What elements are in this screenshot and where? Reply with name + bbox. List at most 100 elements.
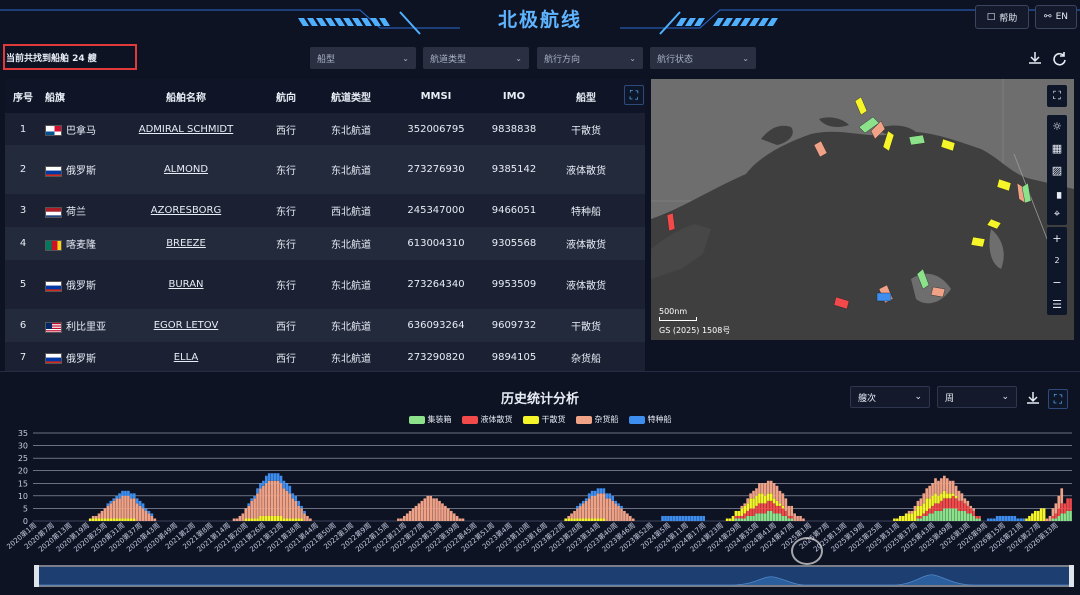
lane-type-filter[interactable]: 航道类型 ⌄ xyxy=(423,47,529,69)
ship-name-link[interactable]: ELLA xyxy=(174,352,199,363)
cell-spacer xyxy=(625,227,645,260)
bar-segment xyxy=(309,518,312,521)
bar-segment xyxy=(587,518,591,521)
bar-segment xyxy=(734,510,738,516)
bar-segment xyxy=(1028,515,1031,521)
language-button[interactable]: ⚯ EN xyxy=(1035,5,1077,29)
bar-segment xyxy=(928,513,931,521)
table-row[interactable]: 5 俄罗斯 BURAN 东行 东北航道 273264340 9953509 液体散货 xyxy=(5,260,645,309)
bar-segment xyxy=(922,503,926,514)
cell-ship-name[interactable]: ALMOND xyxy=(111,145,261,194)
bar-segment xyxy=(300,508,303,519)
period-select[interactable]: 周 ⌄ xyxy=(937,386,1017,408)
bar-segment xyxy=(766,510,770,521)
bar-segment xyxy=(734,515,738,519)
zoom-out-button[interactable]: − xyxy=(1047,271,1067,293)
cell-flag: 俄罗斯 xyxy=(41,342,111,372)
bar-segment xyxy=(907,510,911,514)
help-button[interactable]: □ 帮助 xyxy=(975,5,1029,29)
measure-icon[interactable]: ▗ xyxy=(1047,181,1067,203)
bar-segment xyxy=(291,518,295,521)
map-canvas xyxy=(651,79,1074,340)
bar-segment xyxy=(256,488,259,494)
cell-ship-name[interactable]: BURAN xyxy=(111,260,261,309)
metric-select[interactable]: 艘次 ⌄ xyxy=(850,386,930,408)
chart-download-icon[interactable] xyxy=(1024,389,1042,407)
bar-segment xyxy=(420,500,424,521)
bar-segment xyxy=(960,500,964,511)
bar-segment xyxy=(737,518,741,521)
bar-segment xyxy=(259,515,262,521)
bar-segment xyxy=(787,518,791,521)
bar-segment xyxy=(948,508,952,521)
table-row[interactable]: 4 喀麦隆 BREEZE 东行 东北航道 613004310 9305568 液体散货 xyxy=(5,227,645,260)
bar-segment xyxy=(441,503,444,521)
bar-segment xyxy=(121,518,124,521)
cell-ship-name[interactable]: EGOR LETOV xyxy=(111,309,261,342)
flag-icon xyxy=(45,353,66,365)
bar-segment xyxy=(118,493,121,499)
table-fullscreen-icon[interactable]: ⛶ xyxy=(624,85,644,105)
bar-segment xyxy=(740,518,744,521)
cell-ship-name[interactable]: ADMIRAL SCHMIDT xyxy=(111,113,261,145)
bar-segment xyxy=(294,495,298,501)
col-header-no: 序号 xyxy=(5,79,41,113)
bar-segment xyxy=(775,513,779,521)
bar-segment xyxy=(132,493,136,499)
bar-segment xyxy=(250,518,253,521)
cell-flag: 俄罗斯 xyxy=(41,145,111,194)
time-range-slider[interactable] xyxy=(34,565,1074,587)
bar-segment xyxy=(945,498,949,509)
bar-segment xyxy=(602,518,606,521)
table-row[interactable]: 2 俄罗斯 ALMOND 东行 东北航道 273276930 9385142 液体散货 xyxy=(5,145,645,194)
download-icon[interactable] xyxy=(1026,49,1044,67)
bar-segment xyxy=(743,518,747,521)
bar-segment xyxy=(614,503,617,521)
ship-name-link[interactable]: EGOR LETOV xyxy=(154,320,219,331)
table-row[interactable]: 7 俄罗斯 ELLA 西行 东北航道 273290820 9894105 杂货船 xyxy=(5,342,645,372)
ship-map[interactable]: ⛶ ☼ ▦ ▨ ▗ ⌖ + 2 − ☰ 500nm GS (2025) 1508… xyxy=(651,79,1074,340)
table-row[interactable]: 3 荷兰 AZORESBORG 东行 西北航道 245347000 9466051 特种船 xyxy=(5,194,645,227)
bar-segment xyxy=(763,495,767,504)
cell-ship-name[interactable]: ELLA xyxy=(111,342,261,372)
bar-segment xyxy=(787,505,791,516)
flag-icon xyxy=(45,165,66,177)
zoom-in-button[interactable]: + xyxy=(1047,227,1067,249)
col-header-mmsi: MMSI xyxy=(391,79,481,113)
bar-segment xyxy=(922,513,926,516)
bar-segment xyxy=(752,508,755,516)
status-filter[interactable]: 航行状态 ⌄ xyxy=(650,47,756,69)
bar-segment xyxy=(276,515,280,521)
refresh-icon[interactable] xyxy=(1050,49,1068,67)
direction-filter[interactable]: 航行方向 ⌄ xyxy=(537,47,643,69)
grid-layer-icon[interactable]: ▦ xyxy=(1047,137,1067,159)
ship-name-link[interactable]: BURAN xyxy=(168,279,203,290)
bar-segment xyxy=(97,513,101,519)
ship-name-link[interactable]: AZORESBORG xyxy=(151,205,221,216)
locate-icon[interactable]: ⌖ xyxy=(1047,203,1067,225)
chart-fullscreen-icon[interactable]: ⛶ xyxy=(1048,389,1068,409)
bar-segment xyxy=(934,503,937,511)
ship-name-link[interactable]: ADMIRAL SCHMIDT xyxy=(139,124,234,135)
ship-type-filter[interactable]: 船型 ⌄ xyxy=(310,47,416,69)
ship-name-link[interactable]: BREEZE xyxy=(166,238,206,249)
bar-segment xyxy=(147,510,151,514)
bar-segment xyxy=(596,493,600,519)
cell-ship-name[interactable]: BREEZE xyxy=(111,227,261,260)
bar-segment xyxy=(449,510,453,521)
bar-segment xyxy=(752,490,755,499)
map-fullscreen-button[interactable]: ⛶ xyxy=(1047,85,1067,107)
cell-ship-name[interactable]: AZORESBORG xyxy=(111,194,261,227)
bar-segment xyxy=(916,505,920,516)
bar-segment xyxy=(945,493,949,499)
table-row[interactable]: 6 利比里亚 EGOR LETOV 西行 东北航道 636093264 9609732 干散货 xyxy=(5,309,645,342)
layers-icon[interactable]: ☰ xyxy=(1047,293,1067,315)
weather-layer-icon[interactable]: ☼ xyxy=(1047,115,1067,137)
bar-segment xyxy=(294,500,298,519)
bar-segment xyxy=(667,515,670,521)
table-row[interactable]: 1 巴拿马 ADMIRAL SCHMIDT 西行 东北航道 352006795 983883… xyxy=(5,113,645,145)
bar-segment xyxy=(778,505,782,514)
bar-segment xyxy=(121,495,124,519)
ship-name-link[interactable]: ALMOND xyxy=(164,164,208,175)
area-layer-icon[interactable]: ▨ xyxy=(1047,159,1067,181)
